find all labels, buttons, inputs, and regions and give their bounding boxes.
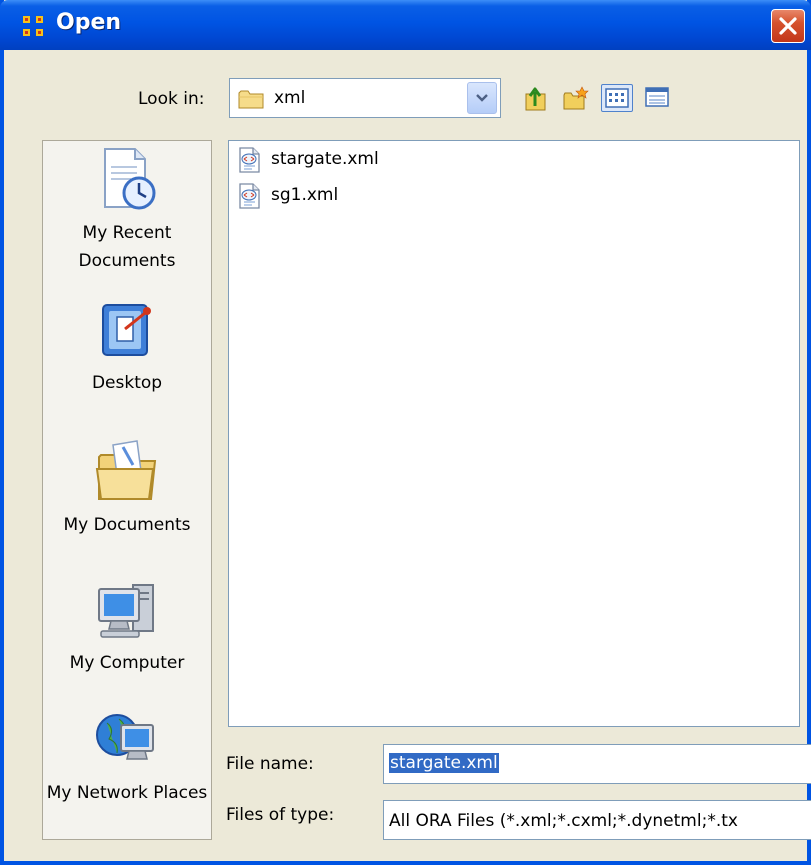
folder-icon bbox=[238, 90, 264, 109]
up-one-level-button[interactable] bbox=[523, 84, 549, 112]
look-in-label: Look in: bbox=[138, 89, 205, 109]
look-in-value: xml bbox=[274, 88, 306, 108]
dropdown-button[interactable] bbox=[467, 82, 497, 114]
places-bar: My Recent Documents Desktop My Documents bbox=[42, 140, 212, 840]
close-button[interactable] bbox=[771, 9, 805, 43]
details-view-button[interactable] bbox=[642, 84, 674, 112]
place-label: My Computer bbox=[69, 653, 185, 673]
my-network-places-icon bbox=[96, 714, 154, 760]
ora-app-icon bbox=[23, 16, 43, 36]
recent-documents-icon bbox=[104, 148, 156, 210]
close-icon bbox=[779, 17, 797, 35]
xml-file-icon bbox=[239, 183, 260, 209]
file-name-label: File name: bbox=[226, 754, 314, 774]
new-folder-icon bbox=[563, 86, 589, 110]
file-name: stargate.xml bbox=[271, 149, 379, 169]
place-desktop[interactable]: Desktop bbox=[43, 299, 211, 397]
chevron-down-icon bbox=[476, 94, 488, 102]
details-view-icon bbox=[645, 87, 669, 107]
file-list[interactable]: stargate.xml sg1.xml bbox=[228, 140, 800, 727]
files-of-type-dropdown[interactable]: All ORA Files (*.xml;*.cxml;*.dynetml;*.… bbox=[383, 800, 811, 840]
open-dialog: Open Look in: xml My Recent Documents De… bbox=[0, 0, 811, 865]
place-label: My Recent Documents bbox=[78, 223, 176, 271]
place-my-documents[interactable]: My Documents bbox=[43, 437, 211, 539]
files-of-type-value: All ORA Files (*.xml;*.cxml;*.dynetml;*.… bbox=[389, 811, 738, 831]
place-label: My Network Places bbox=[46, 783, 208, 803]
file-name-value: stargate.xml bbox=[389, 753, 499, 773]
place-my-computer[interactable]: My Computer bbox=[43, 579, 211, 677]
look-in-dropdown[interactable]: xml bbox=[229, 78, 501, 118]
place-label: My Documents bbox=[63, 515, 191, 535]
up-one-level-icon bbox=[525, 87, 546, 111]
window-title: Open bbox=[56, 10, 122, 35]
list-view-icon bbox=[605, 88, 629, 108]
desktop-icon bbox=[102, 304, 151, 356]
my-documents-icon bbox=[95, 440, 157, 500]
title-bar[interactable]: Open bbox=[0, 0, 811, 50]
place-my-recent-documents[interactable]: My Recent Documents bbox=[43, 145, 211, 275]
new-folder-button[interactable] bbox=[563, 84, 589, 112]
list-view-button[interactable] bbox=[601, 84, 633, 112]
my-computer-icon bbox=[98, 584, 154, 638]
file-name-input[interactable]: stargate.xml bbox=[383, 744, 811, 784]
file-name: sg1.xml bbox=[271, 185, 339, 205]
place-label: Desktop bbox=[91, 373, 163, 393]
place-my-network-places[interactable]: My Network Places bbox=[43, 705, 211, 807]
xml-file-icon bbox=[239, 147, 260, 173]
files-of-type-label: Files of type: bbox=[226, 805, 335, 825]
